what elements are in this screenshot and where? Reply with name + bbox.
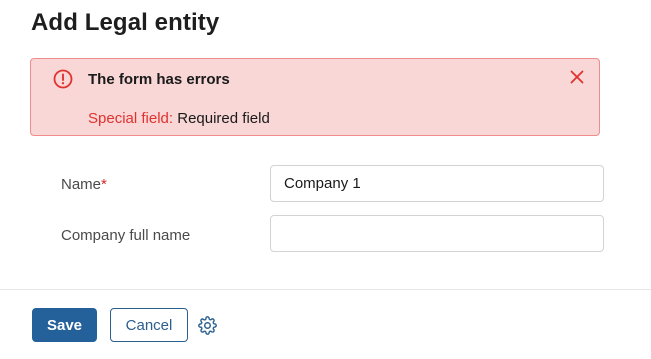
- save-button[interactable]: Save: [32, 308, 97, 342]
- cancel-button[interactable]: Cancel: [110, 308, 188, 342]
- error-field-name[interactable]: Special field:: [88, 110, 173, 127]
- required-marker: *: [101, 176, 107, 193]
- page-title: Add Legal entity: [31, 9, 220, 36]
- company-full-name-input[interactable]: [270, 215, 604, 252]
- name-input[interactable]: [270, 165, 604, 202]
- company-full-name-label: Company full name: [61, 227, 191, 244]
- error-message: Required field: [177, 110, 270, 127]
- form-error-banner: The form has errors Special field: Requi…: [30, 58, 600, 136]
- gear-icon[interactable]: [198, 316, 217, 335]
- footer-divider: [0, 289, 651, 290]
- name-label-text: Name: [61, 176, 102, 193]
- close-icon[interactable]: [569, 69, 585, 85]
- name-label: Name*: [61, 176, 107, 193]
- alert-circle-icon: [53, 69, 73, 89]
- error-title: The form has errors: [88, 71, 230, 88]
- add-legal-entity-page: Add Legal entity The form has errors Spe…: [0, 0, 651, 359]
- error-message-line: Special field: Required field: [88, 110, 270, 127]
